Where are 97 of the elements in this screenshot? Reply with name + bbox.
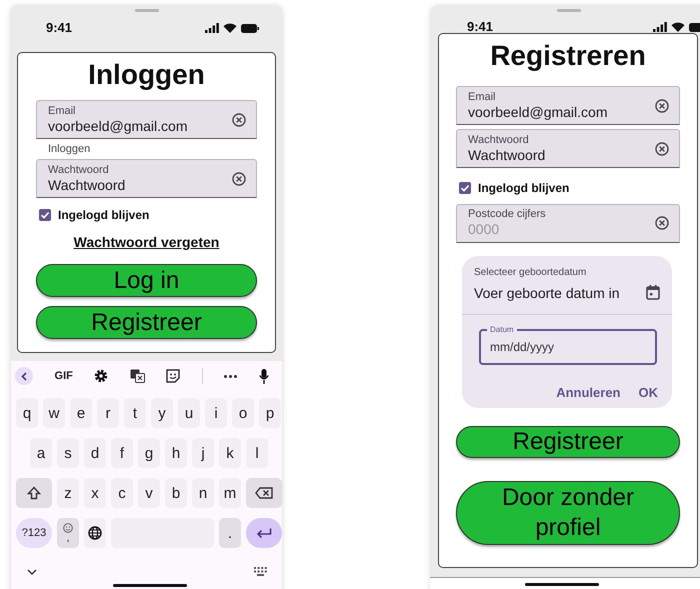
action-button[interactable]: Log in	[36, 264, 257, 297]
placeholder-text: 0000	[468, 221, 500, 238]
action-button[interactable]: Registreer	[456, 426, 680, 458]
chevron-down-icon[interactable]	[27, 568, 37, 574]
field-label: Wachtwoord	[48, 164, 109, 176]
chevron-left-icon	[21, 372, 27, 380]
key[interactable]: t	[124, 398, 146, 428]
field-value: voorbeeld@gmail.com	[48, 118, 188, 134]
field-value: voorbeeld@gmail.com	[468, 104, 608, 120]
input-field[interactable]: Postcode cijfers 0000	[456, 204, 680, 243]
signal-icon	[653, 22, 667, 32]
wifi-icon	[223, 23, 237, 33]
key[interactable]: i	[205, 398, 227, 428]
field-value: Wachtwoord	[48, 176, 126, 194]
more-icon[interactable]	[224, 374, 238, 378]
key[interactable]: s	[57, 438, 79, 468]
screen-title: Inloggen	[87, 58, 206, 92]
key[interactable]: g	[138, 438, 160, 468]
status-time: 9:41	[46, 21, 72, 35]
dialog-title: Voer geboorte datum in	[474, 284, 620, 303]
placeholder-text: mm/dd/yyyy	[490, 340, 554, 354]
clear-icon[interactable]	[232, 172, 246, 186]
text-button[interactable]: Annuleren	[552, 380, 624, 405]
microphone-icon[interactable]	[258, 368, 269, 384]
key[interactable]: e	[70, 398, 92, 428]
key-label: ,	[66, 533, 70, 543]
key[interactable]: b	[165, 478, 187, 508]
smiley-icon	[63, 523, 73, 533]
key[interactable]: y	[151, 398, 173, 428]
input-field[interactable]: Wachtwoord Wachtwoord	[456, 129, 680, 168]
action-button[interactable]: Registreer	[36, 306, 257, 339]
language-key[interactable]	[84, 518, 106, 548]
key[interactable]: n	[192, 478, 214, 508]
key[interactable]: j	[192, 438, 214, 468]
status-time: 9:41	[467, 20, 494, 34]
field-label: Email	[48, 104, 76, 118]
key[interactable]: a	[30, 438, 52, 468]
key[interactable]: k	[219, 438, 241, 468]
clear-icon[interactable]	[232, 112, 246, 126]
clear-icon[interactable]	[655, 98, 669, 112]
checkbox[interactable]	[39, 209, 51, 221]
input-field[interactable]: Email voorbeeld@gmail.com	[456, 86, 680, 125]
keyboard-icon[interactable]	[254, 567, 267, 576]
input-field[interactable]: Email voorbeeld@gmail.com	[36, 100, 257, 139]
key[interactable]: c	[111, 478, 133, 508]
forgot-password-link[interactable]: Wachtwoord vergeten	[74, 232, 220, 252]
period-key[interactable]: .	[219, 518, 241, 548]
field-label: Postcode cijfers	[468, 208, 546, 222]
emoji-key[interactable]: ,	[57, 518, 79, 548]
enter-icon	[256, 528, 272, 538]
dialog-headline: Selecteer geboortedatum	[473, 266, 588, 280]
translate-icon[interactable]	[130, 369, 145, 383]
helper-text: Inloggen	[47, 142, 90, 157]
key[interactable]: p	[259, 398, 281, 428]
wifi-icon	[671, 22, 685, 32]
calendar-icon[interactable]	[646, 285, 660, 300]
settings-icon[interactable]	[94, 369, 108, 383]
drag-handle	[556, 9, 580, 12]
enter-key[interactable]	[246, 518, 282, 548]
key[interactable]: v	[138, 478, 160, 508]
shift-icon	[27, 486, 41, 500]
clear-icon[interactable]	[655, 216, 669, 230]
gif-button[interactable]: GIF	[54, 370, 73, 382]
key[interactable]: u	[178, 398, 200, 428]
globe-icon	[88, 526, 102, 540]
key[interactable]: h	[165, 438, 187, 468]
key[interactable]: q	[16, 398, 38, 428]
signal-icon	[205, 23, 219, 33]
drag-handle	[134, 9, 158, 12]
checkbox[interactable]	[459, 182, 471, 194]
checkbox-label: Ingelogd blijven	[58, 208, 150, 222]
field-label: Wachtwoord	[468, 134, 529, 146]
key[interactable]: f	[111, 438, 133, 468]
key[interactable]: z	[57, 478, 79, 508]
clear-icon[interactable]	[655, 142, 669, 156]
text-button[interactable]: OK	[634, 380, 662, 405]
shift-key[interactable]	[16, 478, 52, 508]
key[interactable]: r	[97, 398, 119, 428]
input-field[interactable]: Wachtwoord Wachtwoord	[36, 159, 257, 198]
collapse-button[interactable]	[15, 367, 33, 385]
battery-icon	[241, 24, 259, 32]
field-label: Email	[468, 90, 496, 104]
key[interactable]: o	[232, 398, 254, 428]
key[interactable]: l	[246, 438, 268, 468]
key[interactable]: w	[43, 398, 65, 428]
key[interactable]: x	[84, 478, 106, 508]
action-button[interactable]: Door zonder profiel	[456, 480, 680, 546]
key[interactable]: m	[219, 478, 241, 508]
field-label: Datum	[487, 324, 517, 335]
backspace-icon	[255, 487, 273, 499]
sticker-icon[interactable]	[166, 369, 180, 383]
checkbox-label: Ingelogd blijven	[478, 180, 570, 195]
field-value: Wachtwoord	[468, 146, 546, 164]
backspace-key[interactable]	[246, 478, 282, 508]
screen-title: Registreren	[489, 39, 647, 73]
key[interactable]: d	[84, 438, 106, 468]
symbols-key[interactable]: ?123	[16, 518, 52, 548]
